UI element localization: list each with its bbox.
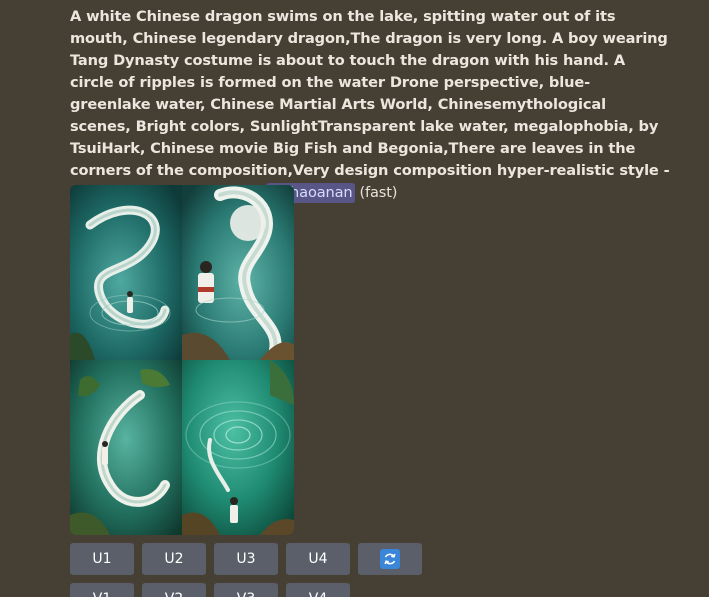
ripples-image[interactable]	[182, 360, 294, 535]
speed-label: (fast)	[359, 184, 398, 201]
dragon-coil-image[interactable]	[70, 185, 182, 360]
prompt-message: A white Chinese dragon swims on the lake…	[70, 6, 670, 204]
variation-button-row: V1 V2 V3 V4	[70, 583, 350, 597]
reroll-button[interactable]	[358, 543, 422, 575]
image-grid[interactable]	[70, 185, 294, 535]
v1-button[interactable]: V1	[70, 583, 134, 597]
u4-button[interactable]: U4	[286, 543, 350, 575]
v3-button[interactable]: V3	[214, 583, 278, 597]
refresh-icon	[380, 549, 400, 569]
upscale-button-row: U1 U2 U3 U4	[70, 543, 422, 575]
v2-button[interactable]: V2	[142, 583, 206, 597]
u1-button[interactable]: U1	[70, 543, 134, 575]
v4-button[interactable]: V4	[286, 583, 350, 597]
dragon-boy-image[interactable]	[182, 185, 294, 360]
dragon-swim-image[interactable]	[70, 360, 182, 535]
u2-button[interactable]: U2	[142, 543, 206, 575]
u3-button[interactable]: U3	[214, 543, 278, 575]
prompt-text: A white Chinese dragon swims on the lake…	[70, 8, 670, 201]
